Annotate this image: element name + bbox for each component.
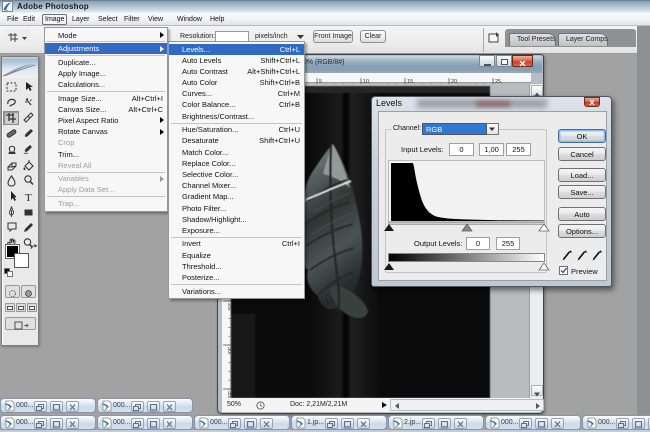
svg-text:T: T [25, 192, 32, 203]
